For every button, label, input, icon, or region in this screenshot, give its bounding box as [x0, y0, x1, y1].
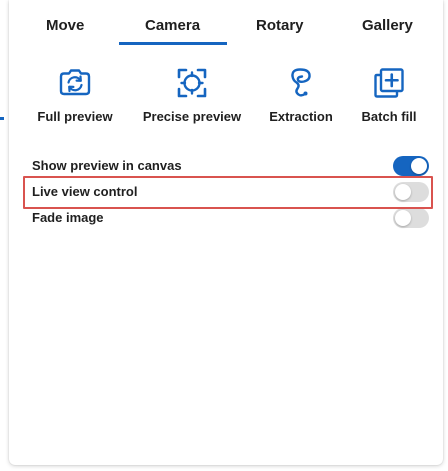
batch-fill-icon: [374, 68, 404, 98]
batch-fill-button[interactable]: Batch fill: [334, 60, 444, 130]
extraction-icon: [291, 68, 311, 97]
toggle-knob: [395, 210, 411, 226]
setting-fade-image: Fade image: [23, 206, 433, 230]
full-preview-label: Full preview: [37, 109, 113, 124]
full-preview-button[interactable]: Full preview: [20, 60, 130, 130]
precise-preview-icon: [177, 68, 207, 98]
batch-fill-label: Batch fill: [361, 109, 417, 124]
precise-preview-label: Precise preview: [142, 109, 242, 124]
setting-label: Show preview in canvas: [32, 158, 182, 173]
precise-preview-button[interactable]: Precise preview: [137, 60, 247, 130]
full-preview-icon: [59, 69, 91, 96]
camera-tools: Full preview Precise preview Extraction: [9, 60, 443, 130]
active-tab-indicator: [119, 42, 227, 45]
tab-move[interactable]: Move: [46, 17, 84, 34]
edge-marker: [0, 117, 4, 120]
setting-label: Fade image: [32, 210, 104, 225]
tab-camera[interactable]: Camera: [145, 17, 200, 34]
setting-show-preview-in-canvas: Show preview in canvas: [23, 154, 433, 178]
tab-bar: Move Camera Rotary Gallery: [9, 0, 443, 46]
fade-image-toggle[interactable]: [393, 208, 429, 228]
show-preview-toggle[interactable]: [393, 156, 429, 176]
camera-panel: Move Camera Rotary Gallery Full preview …: [9, 0, 443, 465]
tab-gallery[interactable]: Gallery: [362, 17, 413, 34]
highlight-annotation: [23, 176, 433, 209]
toggle-knob: [411, 158, 427, 174]
tab-rotary[interactable]: Rotary: [256, 17, 304, 34]
